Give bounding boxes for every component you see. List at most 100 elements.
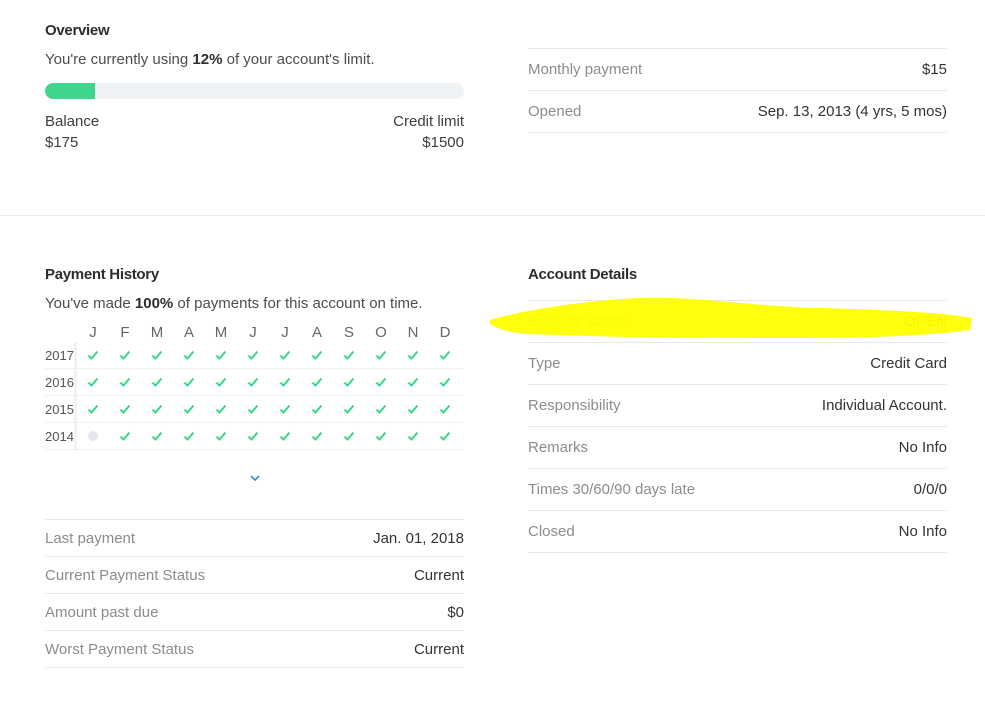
month-label: M	[214, 323, 228, 341]
account-details-section: Account Details Account status OPEN Type…	[528, 266, 947, 553]
on-time-check-icon	[77, 369, 109, 395]
account-row-status: Account status OPEN	[528, 301, 947, 343]
on-time-check-icon	[237, 342, 269, 368]
overview-section: Overview You're currently using 12% of y…	[45, 22, 464, 153]
on-time-check-icon	[77, 342, 109, 368]
on-time-check-icon	[333, 342, 365, 368]
month-label: N	[407, 323, 419, 341]
payment-row-amount-past-due: Amount past due $0	[45, 594, 464, 631]
on-time-check-icon	[397, 423, 429, 449]
on-time-check-icon	[109, 369, 141, 395]
account-row-type: Type Credit Card	[528, 343, 947, 385]
on-time-check-icon	[269, 396, 301, 422]
on-time-check-icon	[205, 423, 237, 449]
balance-value: $175	[45, 134, 79, 151]
row-label: Responsibility	[528, 397, 621, 414]
on-time-check-icon	[141, 396, 173, 422]
summary-row-monthly-payment: Monthly payment $15	[528, 49, 947, 91]
grid-body: 2017 2016 2015 2014	[45, 342, 464, 450]
account-row-times-late: Times 30/60/90 days late 0/0/0	[528, 469, 947, 511]
section-divider	[0, 215, 985, 216]
row-label: Last payment	[45, 529, 136, 547]
on-time-check-icon	[77, 396, 109, 422]
month-header: JFMAMJJASOND	[45, 322, 464, 342]
on-time-check-icon	[429, 342, 461, 368]
row-value: No Info	[898, 523, 947, 540]
payment-row-worst-status: Worst Payment Status Current	[45, 631, 464, 668]
row-label: Remarks	[528, 439, 589, 456]
on-time-check-icon	[109, 396, 141, 422]
year-row: 2015	[45, 396, 464, 423]
row-value: OPEN	[904, 313, 947, 330]
on-time-check-icon	[301, 396, 333, 422]
payment-history-grid: J F M A M J J A S O N D 2017 2016 2015 2014	[45, 322, 464, 450]
on-time-check-icon	[141, 342, 173, 368]
balance: Balance $175	[45, 111, 99, 153]
usage-progress-bar	[45, 83, 464, 99]
on-time-check-icon	[205, 369, 237, 395]
on-time-check-icon	[269, 342, 301, 368]
expand-history-button[interactable]	[45, 474, 464, 488]
on-time-check-icon	[173, 342, 205, 368]
row-label: Current Payment Status	[45, 566, 206, 584]
on-time-check-icon	[109, 423, 141, 449]
account-details-list: Account status OPEN Type Credit Card Res…	[528, 300, 947, 553]
month-label: M	[150, 323, 164, 341]
row-value: Credit Card	[870, 355, 947, 372]
on-time-check-icon	[205, 396, 237, 422]
payment-history-section: Payment History You've made 100% of paym…	[45, 266, 464, 488]
row-label: Closed	[528, 523, 575, 540]
account-row-responsibility: Responsibility Individual Account.	[528, 385, 947, 427]
payment-history-title: Payment History	[45, 266, 159, 283]
on-time-check-icon	[141, 369, 173, 395]
on-time-check-icon	[109, 342, 141, 368]
year-label: 2015	[45, 396, 77, 422]
year-label: 2017	[45, 342, 77, 368]
month-label: F	[120, 323, 130, 341]
on-time-check-icon	[301, 423, 333, 449]
on-time-check-icon	[269, 369, 301, 395]
on-time-check-icon	[269, 423, 301, 449]
row-label: Monthly payment	[528, 61, 643, 78]
row-label: Opened	[528, 103, 582, 120]
on-time-check-icon	[237, 396, 269, 422]
on-time-check-icon	[365, 396, 397, 422]
row-value: Current	[413, 566, 464, 584]
on-time-check-icon	[429, 423, 461, 449]
account-details-title: Account Details	[528, 266, 637, 283]
year-row: 2017	[45, 342, 464, 369]
row-value: $0	[447, 603, 464, 621]
on-time-check-icon	[173, 396, 205, 422]
year-row: 2014	[45, 423, 464, 450]
chevron-down-icon	[249, 475, 260, 482]
on-time-check-icon	[141, 423, 173, 449]
on-time-check-icon	[173, 369, 205, 395]
row-label: Times 30/60/90 days late	[528, 481, 696, 498]
usage-suffix: of your account's limit.	[222, 51, 375, 68]
row-value: Sep. 13, 2013 (4 yrs, 5 mos)	[757, 103, 947, 120]
row-label: Amount past due	[45, 603, 159, 621]
row-label: Worst Payment Status	[45, 640, 194, 658]
row-label: Account status	[528, 313, 627, 330]
ontime-suffix: of payments for this account on time.	[173, 295, 423, 312]
ontime-percent: 100%	[134, 295, 174, 312]
on-time-check-icon	[397, 342, 429, 368]
month-label: J	[249, 323, 257, 341]
on-time-check-icon	[205, 342, 237, 368]
credit-limit-label: Credit limit	[393, 113, 464, 130]
ontime-prefix: You've made	[45, 295, 135, 312]
on-time-check-icon	[429, 369, 461, 395]
year-label: 2014	[45, 423, 77, 449]
on-time-check-icon	[365, 369, 397, 395]
usage-percent: 12%	[192, 51, 223, 68]
summary-section: Monthly payment $15 Opened Sep. 13, 2013…	[528, 48, 947, 133]
month-label: A	[311, 323, 322, 341]
row-value: Current	[413, 640, 464, 658]
on-time-check-icon	[333, 369, 365, 395]
month-label: A	[183, 323, 194, 341]
payment-row-last-payment: Last payment Jan. 01, 2018	[45, 520, 464, 557]
row-value: 0/0/0	[913, 481, 947, 498]
usage-prefix: You're currently using	[45, 51, 193, 68]
on-time-check-icon	[333, 423, 365, 449]
row-value: No Info	[898, 439, 947, 456]
